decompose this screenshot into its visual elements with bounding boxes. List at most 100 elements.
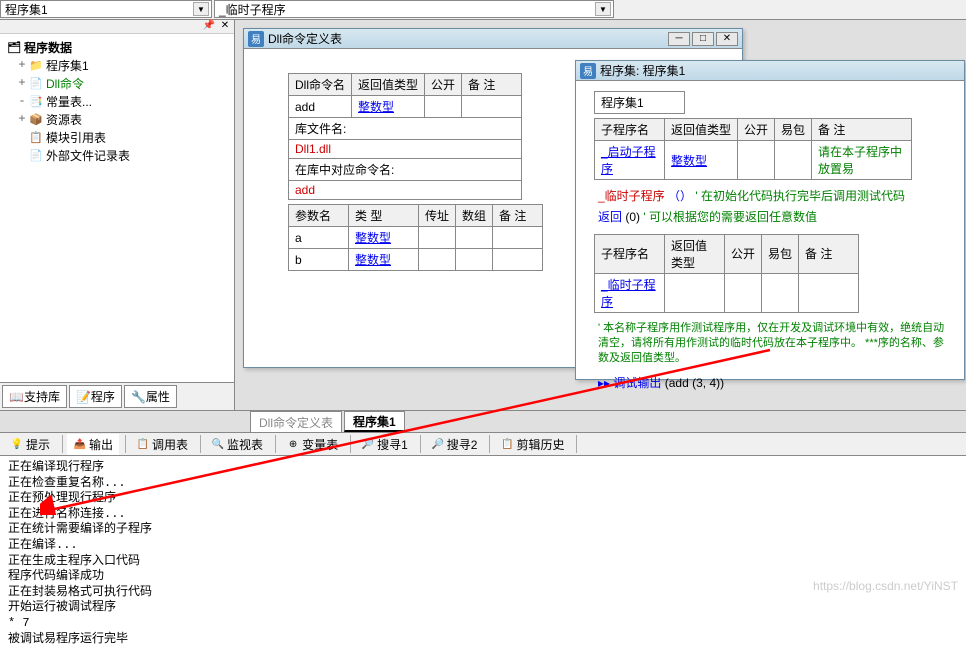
col-param: 参数名 [289, 205, 349, 227]
tab-label: 提示 [26, 436, 50, 453]
chevron-down-icon: ▼ [595, 2, 611, 16]
col-rettype: 返回值类型 [352, 74, 425, 96]
col-note: 备 注 [493, 205, 543, 227]
tab-label: 搜寻2 [447, 436, 478, 453]
tree-item[interactable]: 📄外部文件记录表 [2, 146, 232, 164]
bottom-tab[interactable]: 📋剪辑历史 [494, 434, 570, 455]
tree-root-label: 程序数据 [24, 39, 72, 56]
code-line: 返回 (0) ' 可以根据您的需要返回任意数值 [590, 209, 958, 230]
col-note: 备 注 [462, 74, 522, 96]
output-line: 正在检查重复名称... [8, 476, 958, 492]
output-line: 正在生成主程序入口代码 [8, 554, 958, 570]
separator [200, 435, 201, 453]
output-panel[interactable]: 正在编译现行程序正在检查重复名称...正在预处理现行程序正在进行名称连接...正… [0, 456, 966, 651]
cell-note[interactable] [462, 96, 522, 118]
tree-header: 📌 ✕ [0, 20, 234, 34]
param-type[interactable]: 整数型 [349, 227, 419, 249]
tab-icon: 💡 [10, 437, 24, 451]
editor-tab[interactable]: Dll命令定义表 [250, 411, 342, 432]
output-line: 正在编译... [8, 538, 958, 554]
window-titlebar[interactable]: 易 程序集: 程序集1 [576, 61, 964, 81]
window-titlebar[interactable]: 易 Dll命令定义表 ─ □ ✕ [244, 29, 742, 49]
tree-label: 外部文件记录表 [46, 147, 130, 164]
output-line: 正在统计需要编译的子程序 [8, 522, 958, 538]
bottom-tab[interactable]: 📋调用表 [130, 434, 194, 455]
pin-icon[interactable]: 📌 [202, 20, 216, 33]
editor-tab[interactable]: 程序集1 [344, 411, 405, 432]
bottom-tab[interactable]: 🔎搜寻2 [425, 434, 484, 455]
cell-type[interactable]: 整数型 [352, 96, 425, 118]
separator [350, 435, 351, 453]
lib-file-value[interactable]: Dll1.dll [289, 140, 522, 159]
tab-label: 搜寻1 [377, 436, 408, 453]
output-line: 开始运行被调试程序 [8, 600, 958, 616]
comment-block: ' 本名称子程序用作测试程序用，仅在开发及调试环境中有效，绝统自动清空，请将所有… [590, 317, 958, 371]
col-byref: 传址 [419, 205, 456, 227]
tab-icon: 📖 [9, 390, 24, 404]
param-name[interactable]: a [289, 227, 349, 249]
bottom-tab[interactable]: ⊕变量表 [280, 434, 344, 455]
separator [275, 435, 276, 453]
tab-label: 变量表 [302, 436, 338, 453]
param-type[interactable]: 整数型 [349, 249, 419, 271]
tree-icon: 📁 [28, 59, 44, 72]
lib-cmd-label: 在库中对应命令名: [289, 159, 522, 181]
left-tab[interactable]: 📝 程序 [69, 385, 122, 408]
bottom-tab[interactable]: 📤输出 [67, 434, 119, 455]
tab-icon: 📋 [136, 437, 150, 451]
maximize-button[interactable]: □ [692, 32, 714, 46]
tab-label: 程序 [91, 388, 115, 405]
cell-public[interactable] [425, 96, 462, 118]
startup-sub-table[interactable]: 子程序名 返回值类型 公开 易包 备 注 _启动子程序 整数型 请在本子程序中放… [594, 118, 912, 180]
bottom-tab[interactable]: 🔍监视表 [205, 434, 269, 455]
output-line: 正在编译现行程序 [8, 460, 958, 476]
tree-item[interactable]: -📑常量表... [2, 92, 232, 110]
expander-icon[interactable]: + [16, 76, 28, 90]
set-name-cell[interactable]: 程序集1 [595, 92, 685, 114]
temp-sub-table[interactable]: 子程序名 返回值类型 公开 易包 备 注 _临时子程序 [594, 234, 859, 313]
left-tab[interactable]: 📖 支持库 [2, 385, 67, 408]
dll-command-table[interactable]: Dll命令名 返回值类型 公开 备 注 add 整数型 库文件名: Dll1.d… [288, 73, 522, 200]
tree-item[interactable]: +📄Dll命令 [2, 74, 232, 92]
expander-icon[interactable]: - [16, 94, 28, 108]
dll-params-table[interactable]: 参数名 类 型 传址 数组 备 注 a 整数型 b 整数型 [288, 204, 543, 271]
expander-icon[interactable] [16, 130, 28, 144]
tree-root[interactable]: 🗂 程序数据 [2, 38, 232, 56]
set-name-table[interactable]: 程序集1 [594, 91, 685, 114]
output-line: 被调试易程序运行完毕 [8, 632, 958, 648]
expander-icon[interactable] [16, 148, 28, 162]
cell-name[interactable]: add [289, 96, 352, 118]
expander-icon[interactable]: + [16, 58, 28, 72]
close-icon[interactable]: ✕ [218, 20, 232, 33]
code-line: _临时子程序 （） ' 在初始化代码执行完毕后调用测试代码 [590, 184, 958, 209]
lib-cmd-value[interactable]: add [289, 181, 522, 200]
left-tab[interactable]: 🔧 属性 [124, 385, 177, 408]
bottom-tab[interactable]: 💡提示 [4, 434, 56, 455]
minimize-button[interactable]: ─ [668, 32, 690, 46]
tree-item[interactable]: +📦资源表 [2, 110, 232, 128]
tab-label: 支持库 [24, 388, 60, 405]
tree-icon: 📄 [28, 77, 44, 90]
output-line: 正在预处理现行程序 [8, 491, 958, 507]
tree-icon: 📦 [28, 113, 44, 126]
close-button[interactable]: ✕ [716, 32, 738, 46]
program-tree[interactable]: 🗂 程序数据 +📁程序集1+📄Dll命令-📑常量表...+📦资源表 📋模块引用表… [0, 34, 234, 212]
watermark: https://blog.csdn.net/YiNST [813, 579, 958, 593]
col-type: 类 型 [349, 205, 419, 227]
tab-icon: 🔎 [431, 437, 445, 451]
tree-icon: 📄 [28, 149, 44, 162]
bottom-tab[interactable]: 🔎搜寻1 [355, 434, 414, 455]
tree-item[interactable]: 📋模块引用表 [2, 128, 232, 146]
col-array: 数组 [456, 205, 493, 227]
tab-label: 输出 [89, 436, 113, 453]
separator [62, 435, 63, 453]
chevron-down-icon: ▼ [193, 2, 209, 16]
tree-label: Dll命令 [46, 75, 84, 92]
tree-item[interactable]: +📁程序集1 [2, 56, 232, 74]
separator [125, 435, 126, 453]
expander-icon[interactable]: + [16, 112, 28, 126]
program-set-dropdown[interactable]: 程序集1 ▼ [0, 0, 212, 18]
subroutine-dropdown[interactable]: _临时子程序 ▼ [214, 0, 614, 18]
param-name[interactable]: b [289, 249, 349, 271]
tab-icon: 🔧 [131, 390, 146, 404]
